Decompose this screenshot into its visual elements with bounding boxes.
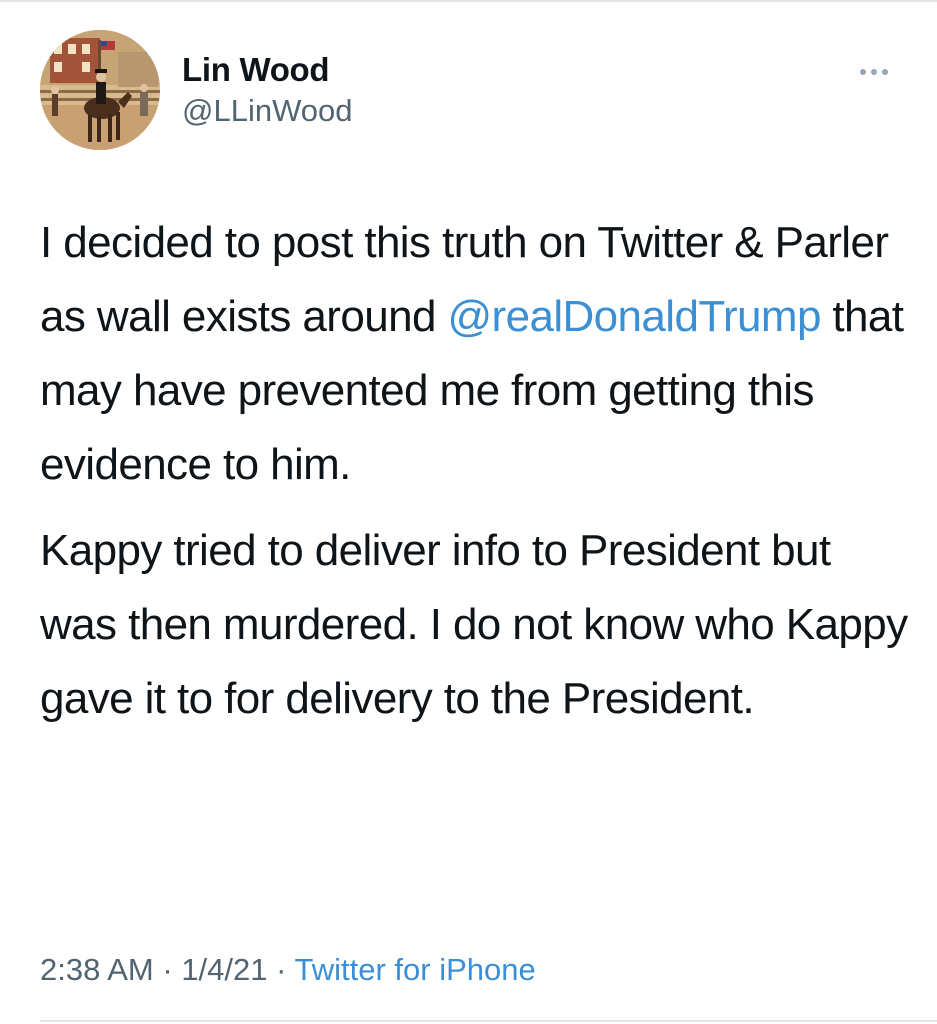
tweet-paragraph-1: I decided to post this truth on Twitter … [40,206,910,502]
mention-link[interactable]: @realDonaldTrump [447,292,821,341]
tweet-text: I decided to post this truth on Twitter … [40,206,910,736]
tweet-meta: 2:38 AM · 1/4/21 · Twitter for iPhone [40,952,536,988]
avatar[interactable] [40,30,160,150]
display-name[interactable]: Lin Wood [182,51,330,89]
more-options-button[interactable] [852,58,896,86]
tweet-header: Lin Wood @LLinWood [0,0,937,170]
more-dots-icon [860,69,888,75]
meta-separator: · [153,952,182,987]
tweet-time[interactable]: 2:38 AM [40,952,154,987]
bottom-divider [40,1020,937,1022]
meta-separator: · [267,952,295,987]
avatar-horse-rider-icon [40,30,160,150]
tweet-date[interactable]: 1/4/21 [181,952,267,987]
tweet-paragraph-2: Kappy tried to deliver info to President… [40,526,908,723]
source-link[interactable]: Twitter for iPhone [295,952,536,987]
user-handle[interactable]: @LLinWood [182,93,353,129]
